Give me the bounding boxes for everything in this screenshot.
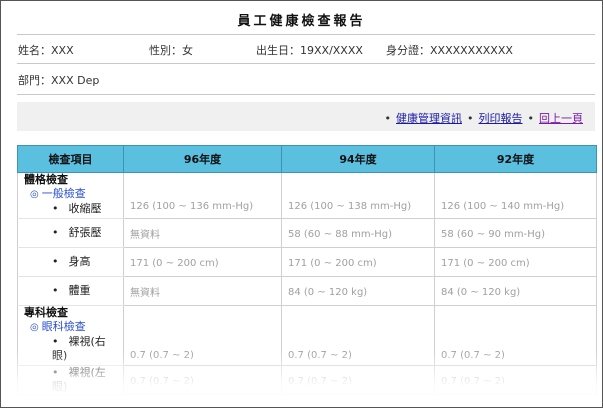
column-header-year: 92年度: [434, 145, 597, 173]
value-cell: 0.7 (0.7 ~ 2): [434, 365, 597, 395]
value-cell: 171 (0 ~ 200 cm): [281, 247, 435, 277]
health-report-table: 檢查項目 96年度 94年度 92年度 體格檢查 ◎ 一般檢查 • 收縮壓 126 …: [17, 145, 597, 395]
bullet-icon: •: [52, 366, 59, 379]
id-number-field: 身分證：XXXXXXXXXXX: [386, 44, 513, 57]
item-label: • 舒張壓: [52, 226, 102, 239]
bullet-icon: •: [384, 112, 392, 125]
item-label: • 收縮壓: [52, 202, 102, 215]
page-title: 員工健康檢查報告: [237, 14, 366, 29]
gender-field: 性別：女: [149, 44, 193, 57]
value-cell: 171 (0 ~ 200 cm): [434, 247, 597, 277]
bullet-icon: •: [527, 112, 535, 125]
group-title: 專科檢查: [24, 306, 68, 319]
table-row: 專科檢查 ◎ 眼科檢查 • 裸視(右眼) 0.7 (0.7 ~ 2) 0.7 (0.…: [17, 305, 597, 366]
column-header-item: 檢查項目: [17, 145, 124, 173]
item-label: • 裸視(右眼): [52, 335, 106, 362]
item-cell: 體格檢查 ◎ 一般檢查 • 收縮壓: [17, 172, 124, 219]
bullet-icon: •: [52, 335, 59, 348]
department-field: 部門：XXX Dep: [18, 74, 100, 87]
report-page: 員工健康檢查報告 姓名：XXX 性別：女 出生日：19XX/XXXX 身分證：X…: [0, 0, 603, 408]
value-cell: 無資料: [123, 218, 282, 248]
value-cell: 58 (60 ~ 90 mm-Hg): [434, 218, 597, 248]
column-header-year: 94年度: [281, 145, 435, 173]
divider: [17, 94, 595, 95]
health-management-link[interactable]: 健康管理資訊: [396, 112, 462, 125]
subgroup-link[interactable]: ◎ 眼科檢查: [30, 320, 117, 335]
item-cell: • 體重: [17, 276, 124, 306]
value-cell: 0.7 (0.7 ~ 2): [123, 305, 282, 366]
value-cell: 0.7 (0.7 ~ 2): [123, 365, 282, 395]
table-row: 體格檢查 ◎ 一般檢查 • 收縮壓 126 (100 ~ 136 mm-Hg) 12…: [17, 172, 597, 219]
item-cell: • 舒張壓: [17, 218, 124, 248]
subgroup-link[interactable]: ◎ 一般檢查: [30, 187, 117, 202]
bullet-icon: •: [52, 226, 59, 239]
name-field: 姓名：XXX: [18, 44, 74, 57]
item-cell: 專科檢查 ◎ 眼科檢查 • 裸視(右眼): [17, 305, 124, 366]
table-header-row: 檢查項目 96年度 94年度 92年度: [17, 145, 597, 173]
value-cell: 126 (100 ~ 138 mm-Hg): [281, 172, 435, 219]
value-cell: 84 (0 ~ 120 kg): [281, 276, 435, 306]
value-cell: 126 (100 ~ 140 mm-Hg): [434, 172, 597, 219]
table-row: • 體重 無資料 84 (0 ~ 120 kg) 84 (0 ~ 120 kg): [17, 276, 597, 306]
circle-icon: ◎: [30, 189, 39, 200]
value-cell: 0.7 (0.7 ~ 2): [281, 365, 435, 395]
divider: [17, 34, 595, 35]
item-cell: • 裸視(左眼): [17, 365, 124, 395]
value-cell: 58 (60 ~ 88 mm-Hg): [281, 218, 435, 248]
column-header-year: 96年度: [123, 145, 282, 173]
table-row: • 身高 171 (0 ~ 200 cm) 171 (0 ~ 200 cm) 17…: [17, 247, 597, 277]
print-report-link[interactable]: 列印報告: [479, 112, 523, 125]
bullet-icon: •: [52, 255, 59, 268]
value-cell: 171 (0 ~ 200 cm): [123, 247, 282, 277]
table-row: • 裸視(左眼) 0.7 (0.7 ~ 2) 0.7 (0.7 ~ 2) 0.7 …: [17, 365, 597, 395]
table-row: • 舒張壓 無資料 58 (60 ~ 88 mm-Hg) 58 (60 ~ 90 …: [17, 218, 597, 248]
item-label: • 裸視(左眼): [52, 366, 106, 393]
item-label: • 體重: [52, 284, 91, 297]
value-cell: 84 (0 ~ 120 kg): [434, 276, 597, 306]
value-cell: 0.7 (0.7 ~ 2): [281, 305, 435, 366]
bullet-icon: •: [467, 112, 474, 125]
back-link[interactable]: 回上一頁: [539, 112, 583, 125]
item-label: • 身高: [52, 255, 91, 268]
circle-icon: ◎: [30, 322, 39, 333]
value-cell: 0.7 (0.7 ~ 2): [434, 305, 597, 366]
value-cell: 126 (100 ~ 136 mm-Hg): [123, 172, 282, 219]
link-group: • 健康管理資訊 • 列印報告 • 回上一頁: [380, 110, 584, 126]
link-bar: • 健康管理資訊 • 列印報告 • 回上一頁: [17, 102, 595, 131]
group-title: 體格檢查: [24, 173, 68, 186]
bullet-icon: •: [52, 284, 59, 297]
item-cell: • 身高: [17, 247, 124, 277]
bullet-icon: •: [52, 202, 59, 215]
birthdate-field: 出生日：19XX/XXXX: [256, 44, 363, 57]
divider: [17, 63, 595, 64]
value-cell: 無資料: [123, 276, 282, 306]
